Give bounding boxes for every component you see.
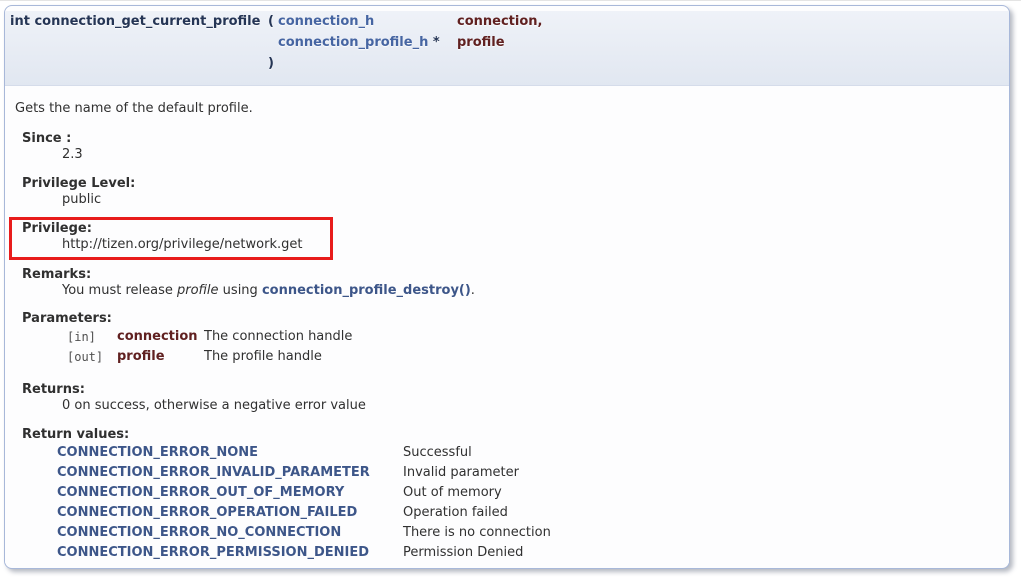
param-direction: [out]	[62, 347, 117, 367]
section-privilege privilege-highlight-box: Privilege: http://tizen.org/privilege/ne…	[9, 217, 333, 260]
signature-param-connection: connection,	[457, 11, 542, 32]
param-name: connection	[117, 327, 204, 347]
returns-value: 0 on success, otherwise a negative error…	[62, 398, 999, 414]
param-description: The connection handle	[204, 327, 352, 347]
table-row: CONNECTION_ERROR_PERMISSION_DENIED Permi…	[57, 543, 551, 563]
parameters-table: [in] connection The connection handle [o…	[62, 327, 352, 367]
function-link-connection-profile-destroy[interactable]: connection_profile_destroy()	[262, 283, 471, 298]
returns-label: Returns:	[22, 382, 999, 398]
param-type-suffix: *	[428, 35, 439, 50]
table-row: [in] connection The connection handle	[62, 327, 352, 347]
retval-description: Out of memory	[403, 483, 551, 503]
param-direction: [in]	[62, 327, 117, 347]
section-parameters: Parameters: [in] connection The connecti…	[22, 311, 999, 367]
retval-link-connection-error-out-of-memory[interactable]: CONNECTION_ERROR_OUT_OF_MEMORY	[57, 485, 344, 500]
remarks-prefix: You must release	[62, 283, 177, 298]
section-return-values: Return values: CONNECTION_ERROR_NONE Suc…	[22, 427, 999, 563]
privilege-level-value: public	[62, 192, 999, 208]
section-since: Since : 2.3	[22, 131, 999, 163]
privilege-level-label: Privilege Level:	[22, 176, 999, 192]
retval-link-connection-error-permission-denied[interactable]: CONNECTION_ERROR_PERMISSION_DENIED	[57, 545, 369, 560]
table-row: CONNECTION_ERROR_OPERATION_FAILED Operat…	[57, 503, 551, 523]
function-doc-body: Gets the name of the default profile. Si…	[5, 101, 1009, 563]
function-description: Gets the name of the default profile.	[15, 101, 999, 117]
signature-param-profile: profile	[457, 32, 542, 53]
remarks-suffix: .	[471, 283, 475, 298]
remarks-param-ref: profile	[177, 283, 219, 298]
param-type-link-connection-h[interactable]: connection_h	[278, 14, 374, 29]
since-label: Since :	[22, 131, 999, 147]
remarks-middle: using	[219, 283, 262, 298]
function-signature-table: int connection_get_current_profile ( con…	[10, 11, 542, 74]
param-type-link-connection-profile-h[interactable]: connection_profile_h	[278, 35, 428, 50]
open-paren: (	[268, 11, 278, 32]
retval-description: There is no connection	[403, 523, 551, 543]
param-description: The profile handle	[204, 347, 352, 367]
retval-link-connection-error-operation-failed[interactable]: CONNECTION_ERROR_OPERATION_FAILED	[57, 505, 357, 520]
page-top-divider	[0, 0, 1021, 1]
retval-link-connection-error-none[interactable]: CONNECTION_ERROR_NONE	[57, 445, 258, 460]
return-values-label: Return values:	[22, 427, 999, 443]
retval-link-connection-error-no-connection[interactable]: CONNECTION_ERROR_NO_CONNECTION	[57, 525, 341, 540]
close-paren: )	[268, 53, 278, 74]
table-row: CONNECTION_ERROR_OUT_OF_MEMORY Out of me…	[57, 483, 551, 503]
privilege-label: Privilege:	[22, 221, 330, 237]
retval-link-connection-error-invalid-parameter[interactable]: CONNECTION_ERROR_INVALID_PARAMETER	[57, 465, 370, 480]
param-name: profile	[117, 347, 204, 367]
privilege-value: http://tizen.org/privilege/network.get	[62, 237, 330, 253]
function-signature-header: int connection_get_current_profile ( con…	[5, 11, 1009, 86]
table-row: CONNECTION_ERROR_INVALID_PARAMETER Inval…	[57, 463, 551, 483]
since-value: 2.3	[62, 147, 999, 163]
section-remarks: Remarks: You must release profile using …	[22, 267, 999, 299]
section-returns: Returns: 0 on success, otherwise a negat…	[22, 382, 999, 414]
table-row: CONNECTION_ERROR_NONE Successful	[57, 443, 551, 463]
table-row: [out] profile The profile handle	[62, 347, 352, 367]
retval-description: Successful	[403, 443, 551, 463]
remarks-label: Remarks:	[22, 267, 999, 283]
function-doc-card: int connection_get_current_profile ( con…	[4, 5, 1010, 569]
function-name: int connection_get_current_profile	[10, 11, 268, 32]
return-values-table: CONNECTION_ERROR_NONE Successful CONNECT…	[57, 443, 551, 563]
retval-description: Permission Denied	[403, 543, 551, 563]
table-row: CONNECTION_ERROR_NO_CONNECTION There is …	[57, 523, 551, 543]
retval-description: Operation failed	[403, 503, 551, 523]
remarks-text: You must release profile using connectio…	[62, 283, 999, 299]
parameters-label: Parameters:	[22, 311, 999, 327]
retval-description: Invalid parameter	[403, 463, 551, 483]
section-privilege-level: Privilege Level: public	[22, 176, 999, 208]
